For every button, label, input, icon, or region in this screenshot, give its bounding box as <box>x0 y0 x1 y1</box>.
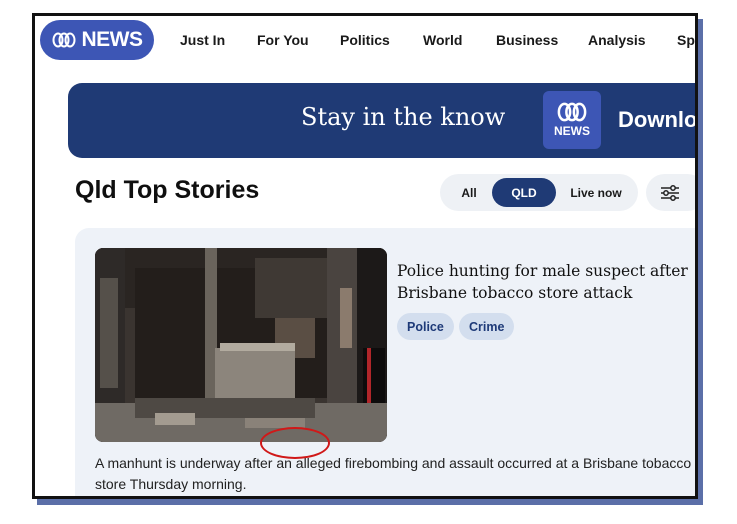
annotation-circle <box>260 427 330 459</box>
settings-sliders-icon <box>661 184 679 201</box>
section-title: Qld Top Stories <box>75 176 260 204</box>
nav-item-sport[interactable]: Sp <box>677 32 695 48</box>
nav-item-just-in[interactable]: Just In <box>180 32 225 48</box>
filter-all[interactable]: All <box>448 178 490 207</box>
download-button[interactable]: Download <box>618 107 695 133</box>
nav-item-business[interactable]: Business <box>496 32 558 48</box>
filter-qld[interactable]: QLD <box>492 178 556 207</box>
story-summary: A manhunt is underway after an alleged f… <box>95 455 692 492</box>
app-logo-text: NEWS <box>554 124 590 138</box>
tag-police[interactable]: Police <box>397 313 454 340</box>
app-download-banner[interactable]: Stay in the know NEWS Download <box>68 83 695 158</box>
top-nav: NEWS Just In For You Politics World Busi… <box>35 16 695 66</box>
burned-store-photo <box>95 248 387 442</box>
logo-wordmark: NEWS <box>81 28 144 51</box>
app-logo-icon: NEWS <box>543 91 601 149</box>
nav-item-analysis[interactable]: Analysis <box>588 32 646 48</box>
tag-crime[interactable]: Crime <box>459 313 515 340</box>
nav-item-politics[interactable]: Politics <box>340 32 390 48</box>
story-image[interactable] <box>95 248 387 442</box>
story-card[interactable]: Police hunting for male suspect after Br… <box>75 228 695 496</box>
screenshot-frame: NEWS Just In For You Politics World Busi… <box>32 13 698 499</box>
abc-logo-icon <box>557 102 587 122</box>
nav-item-for-you[interactable]: For You <box>257 32 309 48</box>
nav-item-world[interactable]: World <box>423 32 462 48</box>
abc-logo-icon <box>52 32 75 48</box>
filter-settings-button[interactable] <box>646 174 695 211</box>
story-headline[interactable]: Police hunting for male suspect after Br… <box>397 260 695 304</box>
filter-group: All QLD Live now <box>440 174 638 211</box>
banner-tagline: Stay in the know <box>301 103 506 131</box>
abc-news-logo[interactable]: NEWS <box>40 20 154 60</box>
filter-live-now[interactable]: Live now <box>560 178 632 207</box>
